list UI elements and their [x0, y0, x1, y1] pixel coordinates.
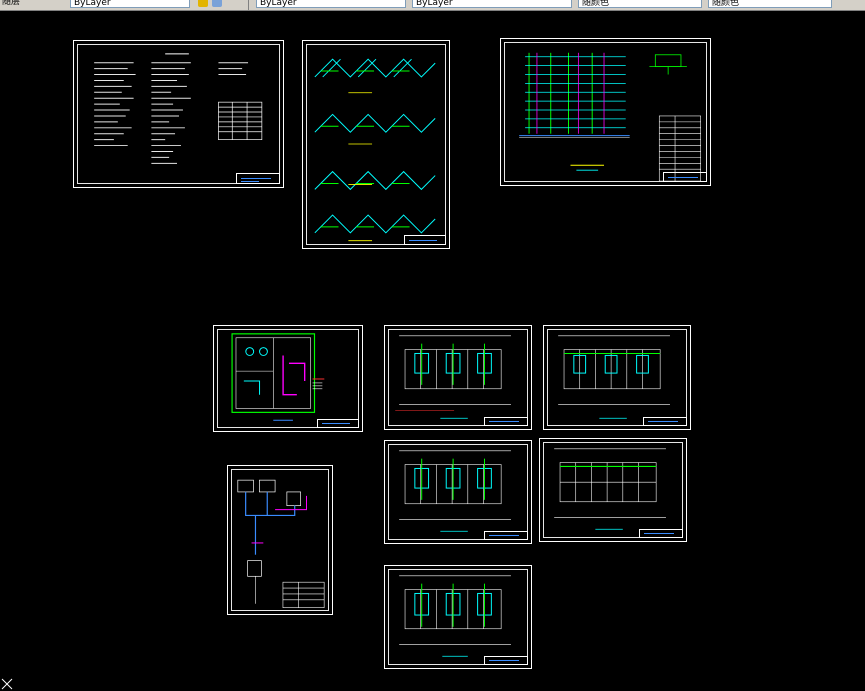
floor-plan-drawing — [558, 335, 670, 419]
floor-plan-drawing — [554, 448, 666, 530]
floor-plan-drawing — [399, 450, 511, 532]
title-block — [643, 417, 687, 426]
title-block — [317, 419, 359, 428]
properties-toolbar: 随层 ByLayer ByLayer ByLayer 随颜色 随颜色 — [0, 0, 865, 11]
layer-state-icon[interactable] — [198, 0, 208, 7]
sheet-floor-plan-2[interactable] — [543, 325, 691, 430]
toolbar-separator — [248, 0, 249, 10]
title-block — [484, 531, 528, 540]
sheet-system-schematic[interactable] — [227, 465, 333, 615]
title-block — [639, 529, 683, 538]
lineweight-dropdown[interactable]: 随颜色 — [578, 0, 702, 8]
axonometric-drawing — [314, 58, 436, 242]
floor-plan-drawing — [399, 575, 511, 657]
ucs-icon — [1, 678, 13, 690]
sheet-riser-diagram[interactable] — [500, 38, 711, 186]
title-block — [484, 656, 528, 665]
sheet-floor-plan-5[interactable] — [384, 565, 532, 669]
title-block — [236, 173, 280, 184]
riser-drawing — [519, 52, 701, 182]
notes-drawing — [94, 53, 263, 164]
title-block — [484, 417, 528, 426]
sheet-floor-plan-3[interactable] — [384, 440, 532, 544]
color-dropdown[interactable]: ByLayer — [256, 0, 406, 8]
title-block — [663, 172, 707, 182]
sheet-pump-room[interactable] — [213, 325, 363, 432]
sheet-system-axonometric[interactable] — [302, 40, 450, 249]
sheet-design-notes[interactable] — [73, 40, 284, 188]
toolbar-label: 随层 — [2, 0, 21, 7]
floor-plan-drawing — [395, 335, 511, 419]
pump-room-drawing — [231, 333, 325, 421]
layer-tools-icon[interactable] — [212, 0, 222, 7]
schematic-drawing — [237, 479, 325, 608]
sheet-floor-plan-1[interactable] — [384, 325, 532, 430]
sheet-floor-plan-4[interactable] — [539, 438, 687, 542]
linetype-dropdown[interactable]: ByLayer — [412, 0, 572, 8]
layer-dropdown[interactable]: ByLayer — [70, 0, 190, 8]
title-block — [404, 235, 446, 245]
plotstyle-dropdown[interactable]: 随颜色 — [708, 0, 832, 8]
